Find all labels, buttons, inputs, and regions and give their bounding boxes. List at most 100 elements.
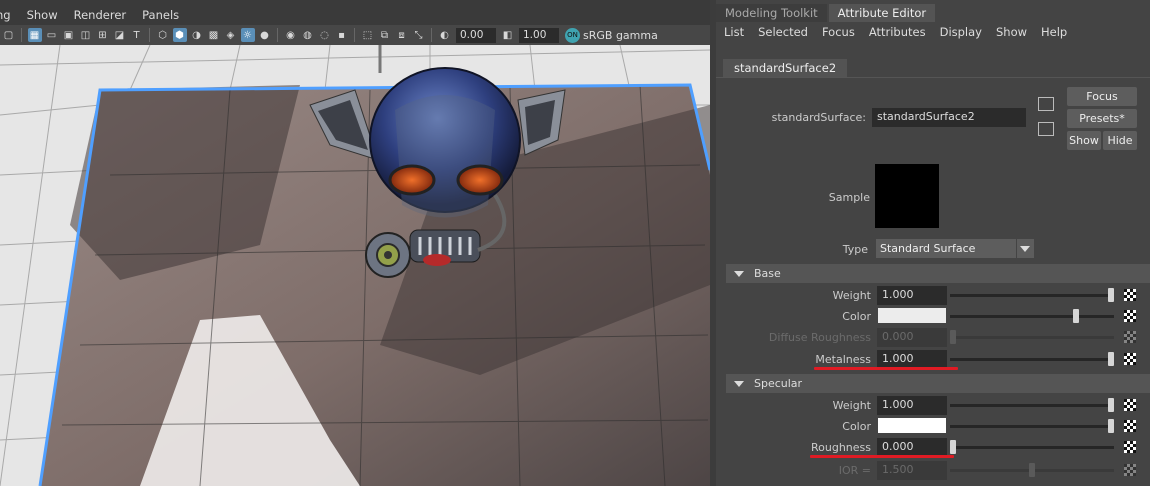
- menu-show[interactable]: Show: [996, 25, 1027, 39]
- specular-weight-label: Weight: [832, 399, 871, 412]
- metalness-map-icon[interactable]: [1124, 353, 1136, 365]
- tab-attribute-editor[interactable]: Attribute Editor: [828, 4, 936, 22]
- specular-section-header[interactable]: Specular: [726, 374, 1150, 393]
- wireframe-on-shaded-icon[interactable]: ◑: [190, 28, 204, 42]
- material-sample-swatch[interactable]: [875, 164, 939, 228]
- slider-thumb[interactable]: [950, 440, 956, 454]
- ior-label: IOR =: [838, 464, 871, 477]
- base-color-map-icon[interactable]: [1124, 310, 1136, 322]
- diffuse-roughness-map-icon: [1124, 331, 1136, 343]
- xray-components-icon[interactable]: ⤡: [412, 28, 426, 42]
- diffuse-roughness-field: 0.000: [877, 328, 947, 347]
- grid-icon[interactable]: ▦: [27, 28, 42, 42]
- field-chart-icon[interactable]: ⊞: [96, 28, 110, 42]
- film-gate-icon[interactable]: ▭: [45, 28, 59, 42]
- ior-map-icon: [1124, 464, 1136, 476]
- toolbar-divider: [21, 28, 22, 42]
- slider-thumb: [1029, 463, 1035, 477]
- hide-button[interactable]: Hide: [1103, 131, 1137, 150]
- shadows-icon[interactable]: ●: [258, 28, 272, 42]
- use-all-lights-icon[interactable]: ◈: [224, 28, 238, 42]
- specular-color-slider[interactable]: [950, 425, 1114, 428]
- menu-renderer[interactable]: Renderer: [74, 8, 127, 22]
- view-transform-label[interactable]: sRGB gamma: [583, 29, 658, 42]
- menu-shading[interactable]: ng: [0, 8, 11, 22]
- xray-joints-icon[interactable]: ⧈: [395, 28, 409, 42]
- output-connections-icon[interactable]: [1038, 122, 1054, 136]
- node-type-label: standardSurface:: [771, 111, 866, 124]
- slider-thumb[interactable]: [1073, 309, 1080, 323]
- slider-thumb[interactable]: [1108, 288, 1114, 302]
- gamma-icon[interactable]: ◧: [501, 28, 515, 42]
- specular-weight-map-icon[interactable]: [1124, 399, 1136, 411]
- base-section-header[interactable]: Base: [726, 264, 1150, 283]
- menu-attributes[interactable]: Attributes: [869, 25, 926, 39]
- tab-modeling-toolkit[interactable]: Modeling Toolkit: [716, 4, 827, 22]
- input-connections-icon[interactable]: [1038, 97, 1054, 111]
- focus-button[interactable]: Focus: [1067, 87, 1137, 106]
- ambient-occlusion-icon[interactable]: ◉: [284, 28, 298, 42]
- lighting-icon[interactable]: ☼: [240, 28, 255, 42]
- motion-blur-icon[interactable]: ◍: [301, 28, 315, 42]
- menu-list[interactable]: List: [724, 25, 744, 39]
- base-section-title: Base: [754, 267, 781, 280]
- roughness-highlight-underline: [810, 455, 954, 458]
- scene-render: [0, 45, 710, 486]
- diffuse-roughness-slider: [950, 336, 1114, 339]
- presets-button[interactable]: Presets*: [1067, 109, 1137, 128]
- xray-icon[interactable]: ⧉: [378, 28, 392, 42]
- type-dropdown[interactable]: Standard Surface: [876, 239, 1034, 258]
- toolbar-divider: [431, 28, 432, 42]
- color-management-toggle-icon[interactable]: ON: [565, 27, 580, 43]
- slider-thumb: [950, 330, 956, 344]
- menu-focus[interactable]: Focus: [822, 25, 855, 39]
- base-color-swatch[interactable]: [878, 308, 946, 323]
- menu-help[interactable]: Help: [1041, 25, 1067, 39]
- viewport-panel[interactable]: ng Show Renderer Panels ▢ ▦ ▭ ▣ ◫ ⊞ ◪ T …: [0, 0, 710, 486]
- attribute-editor-panel: Modeling Toolkit Attribute Editor List S…: [716, 0, 1150, 486]
- specular-color-map-icon[interactable]: [1124, 420, 1136, 432]
- gate-mask-icon[interactable]: ◫: [79, 28, 93, 42]
- smooth-shade-icon[interactable]: ⬢: [172, 28, 187, 42]
- specular-roughness-slider[interactable]: [950, 446, 1114, 449]
- exposure-field[interactable]: 0.00: [456, 27, 496, 43]
- type-dropdown-value: Standard Surface: [880, 242, 976, 255]
- safe-action-icon[interactable]: ◪: [113, 28, 127, 42]
- metalness-highlight-underline: [814, 367, 958, 370]
- textured-icon[interactable]: ▩: [207, 28, 221, 42]
- metalness-slider[interactable]: [950, 358, 1114, 361]
- toolbar-divider: [354, 28, 355, 42]
- menu-show[interactable]: Show: [27, 8, 58, 22]
- menu-display[interactable]: Display: [940, 25, 982, 39]
- menu-panels[interactable]: Panels: [142, 8, 179, 22]
- menu-selected[interactable]: Selected: [758, 25, 808, 39]
- viewport-menubar: ng Show Renderer Panels: [0, 6, 710, 24]
- node-name-field[interactable]: standardSurface2: [872, 108, 1026, 127]
- slider-thumb[interactable]: [1108, 419, 1114, 433]
- wireframe-icon[interactable]: ⬡: [156, 28, 170, 42]
- specular-color-swatch[interactable]: [878, 418, 946, 433]
- base-weight-field[interactable]: 1.000: [877, 286, 947, 305]
- viewport-canvas[interactable]: [0, 45, 710, 486]
- dropdown-arrow-icon: [1016, 239, 1032, 258]
- node-tab-standardsurface2[interactable]: standardSurface2: [723, 59, 848, 77]
- slider-thumb[interactable]: [1108, 398, 1114, 412]
- specular-weight-slider[interactable]: [950, 404, 1114, 407]
- show-button[interactable]: Show: [1067, 131, 1101, 150]
- specular-weight-field[interactable]: 1.000: [877, 396, 947, 415]
- base-weight-map-icon[interactable]: [1124, 289, 1136, 301]
- anti-aliasing-icon[interactable]: ◌: [318, 28, 332, 42]
- base-color-slider[interactable]: [950, 315, 1114, 318]
- metalness-label: Metalness: [815, 353, 871, 366]
- exposure-icon[interactable]: ◐: [438, 28, 452, 42]
- safe-title-icon[interactable]: T: [130, 28, 144, 42]
- depth-of-field-icon[interactable]: ▪: [335, 28, 349, 42]
- specular-roughness-map-icon[interactable]: [1124, 441, 1136, 453]
- collapse-arrow-icon: [734, 381, 744, 387]
- gamma-field[interactable]: 1.00: [519, 27, 559, 43]
- base-weight-slider[interactable]: [950, 294, 1114, 297]
- slider-thumb[interactable]: [1108, 352, 1114, 366]
- resolution-gate-icon[interactable]: ▣: [62, 28, 76, 42]
- camera-attributes-icon[interactable]: ▢: [2, 28, 16, 42]
- isolate-select-icon[interactable]: ⬚: [361, 28, 375, 42]
